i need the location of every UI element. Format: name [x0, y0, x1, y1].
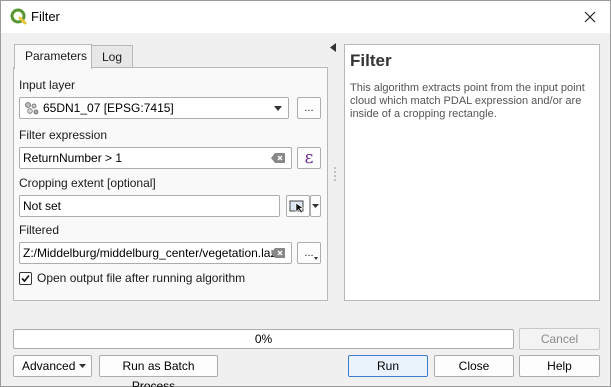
- expression-icon: ε: [304, 148, 314, 168]
- expression-builder-button[interactable]: ε: [297, 147, 321, 169]
- cropping-extent-input[interactable]: Not set: [19, 195, 280, 217]
- input-layer-label: Input layer: [19, 78, 76, 92]
- help-button[interactable]: Help: [519, 355, 600, 377]
- progress-bar: 0%: [13, 329, 514, 349]
- open-output-label: Open output file after running algorithm: [37, 271, 246, 285]
- filter-expression-value: ReturnNumber > 1: [23, 151, 123, 165]
- filter-dialog: Filter Parameters Log Input layer 65DN1_…: [0, 0, 611, 387]
- map-canvas-select-icon: [289, 200, 304, 213]
- close-icon: [584, 11, 596, 23]
- filtered-label: Filtered: [19, 223, 60, 237]
- filtered-output-value: Z:/Middelburg/middelburg_center/vegetati…: [23, 246, 277, 260]
- chevron-down-icon: [314, 257, 318, 260]
- chevron-down-icon: [274, 106, 282, 111]
- splitter-handle[interactable]: [334, 167, 336, 181]
- help-description: This algorithm extracts point from the i…: [350, 82, 585, 120]
- run-as-batch-button[interactable]: Run as Batch Process...: [99, 355, 218, 387]
- advanced-button[interactable]: Advanced: [13, 355, 92, 377]
- tab-parameters[interactable]: Parameters: [14, 44, 92, 69]
- close-window-button[interactable]: [570, 1, 610, 33]
- input-layer-value: 65DN1_07 [EPSG:7415]: [43, 101, 174, 115]
- filtered-output-input[interactable]: Z:/Middelburg/middelburg_center/vegetati…: [19, 242, 292, 264]
- input-layer-combobox[interactable]: 65DN1_07 [EPSG:7415]: [19, 97, 289, 119]
- input-layer-browse-button[interactable]: ...: [297, 97, 321, 119]
- parameters-panel: Input layer 65DN1_07 [EPSG:7415] ... Fil…: [13, 67, 328, 301]
- point-cloud-layer-icon: [25, 102, 39, 115]
- tab-log[interactable]: Log: [91, 45, 133, 68]
- filtered-output-browse-button[interactable]: ...: [297, 242, 321, 264]
- filter-expression-label: Filter expression: [19, 128, 108, 142]
- help-title: Filter: [350, 51, 392, 70]
- clear-icon[interactable]: [271, 248, 285, 258]
- cancel-button[interactable]: Cancel: [519, 328, 600, 350]
- close-button[interactable]: Close: [434, 355, 514, 377]
- chevron-down-icon: [79, 364, 86, 368]
- advanced-label: Advanced: [22, 359, 76, 373]
- checkmark-icon: [21, 274, 30, 283]
- browse-label: ...: [304, 247, 314, 259]
- cropping-extent-label: Cropping extent [optional]: [19, 176, 156, 190]
- open-output-checkbox[interactable]: [19, 272, 32, 285]
- window-title: Filter: [31, 9, 60, 24]
- run-button[interactable]: Run: [348, 355, 428, 377]
- select-extent-button[interactable]: [286, 195, 310, 217]
- clear-icon[interactable]: [271, 153, 285, 163]
- help-panel: Filter This algorithm extracts point fro…: [344, 44, 600, 301]
- filter-expression-input[interactable]: ReturnNumber > 1: [19, 147, 292, 169]
- extent-options-dropdown[interactable]: [310, 195, 321, 217]
- qgis-icon: [10, 8, 27, 25]
- title-bar: Filter: [1, 1, 610, 33]
- chevron-down-icon: [312, 204, 319, 208]
- collapse-help-arrow-icon[interactable]: [330, 43, 336, 52]
